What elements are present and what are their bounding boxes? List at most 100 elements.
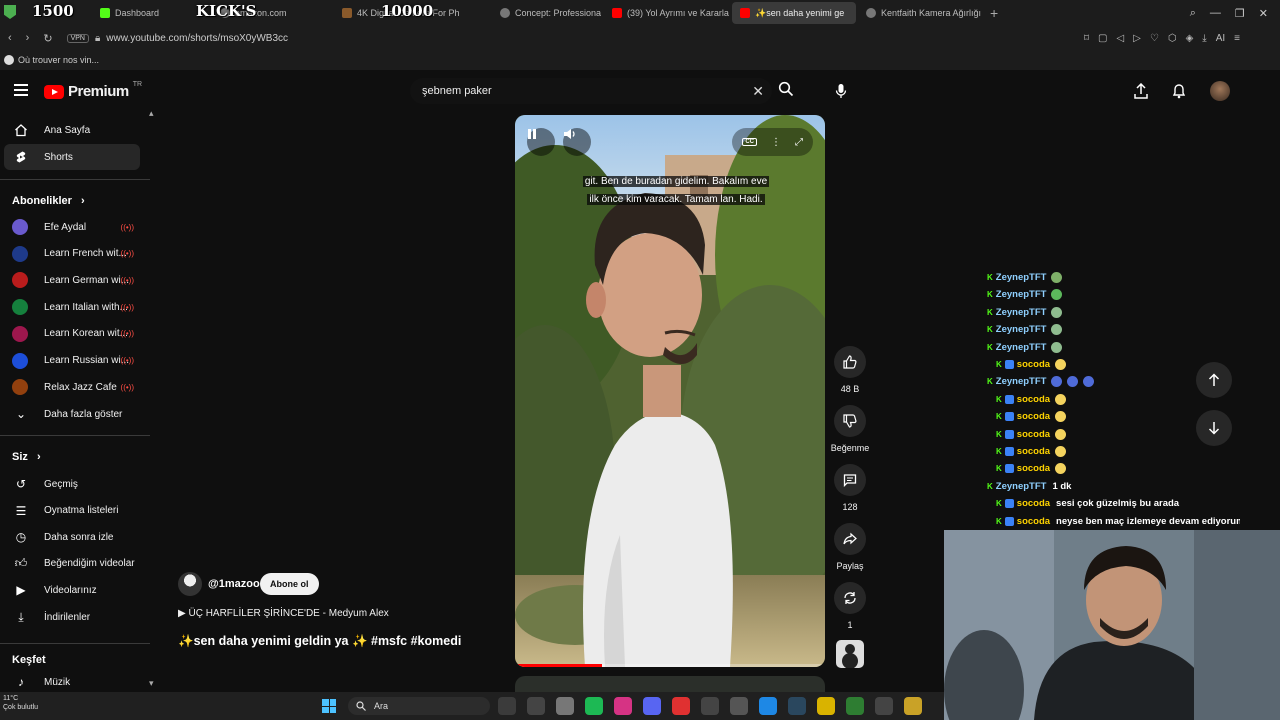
volume-button[interactable] — [563, 128, 591, 156]
progress-bar[interactable] — [515, 664, 825, 667]
comments-button[interactable]: 128 — [830, 464, 870, 512]
vpn-badge[interactable]: VPN — [66, 33, 89, 43]
sidebar-subscription-item[interactable]: Relax Jazz Cafe ((•)) — [4, 374, 140, 400]
close-window-button[interactable]: ✕ — [1259, 7, 1268, 20]
heart-icon[interactable]: ♡ — [1150, 33, 1159, 44]
shorts-player[interactable]: CC ⋮ ⤢ git. Ben de buradan gidelim. Baka… — [515, 115, 825, 667]
sidebar-subscription-item[interactable]: Learn German wi... ((•)) — [4, 267, 140, 293]
browser-tab[interactable]: Kentfaith Kamera Ağırlığı — [858, 2, 982, 24]
subscriptions-heading[interactable]: Abonelikler › — [12, 195, 85, 207]
sidebar-scroll-down-icon[interactable]: ▾ — [149, 678, 154, 689]
kick-badge-icon: K — [987, 307, 993, 317]
sidebar-scroll-up-icon[interactable]: ▴ — [149, 108, 154, 119]
restore-button[interactable]: ❐ — [1235, 7, 1245, 20]
search-input[interactable]: şebnem paker ✕ — [410, 78, 772, 104]
search-icon[interactable] — [778, 81, 794, 97]
taskbar-app-icon[interactable] — [672, 697, 690, 715]
taskbar-app-icon[interactable] — [759, 697, 777, 715]
song-link[interactable]: ▶ ÜÇ HARFLİLER ŞİRİNCE'DE - Medyum Alex — [178, 608, 389, 619]
taskbar-app-icon[interactable] — [817, 697, 835, 715]
bookmark-bar: Où trouver nos vin... — [0, 50, 1280, 70]
taskbar-app-icon[interactable] — [701, 697, 719, 715]
youtube-logo[interactable]: Premium TR — [44, 81, 142, 100]
channel-avatar[interactable] — [178, 572, 202, 596]
share-button[interactable]: Paylaş — [830, 523, 870, 571]
you-heading[interactable]: Siz › — [12, 451, 41, 463]
sidebar-item-you[interactable]: ⤓ İndirilenler — [4, 604, 140, 630]
chat-text: sesi çok güzelmiş bu arada — [1056, 498, 1180, 510]
taskbar-app-icon[interactable] — [904, 697, 922, 715]
sidebar-subscription-item[interactable]: Learn French wit... ((•)) — [4, 241, 140, 267]
emote-icon — [1055, 411, 1067, 423]
dislike-label: Beğenme — [830, 443, 870, 453]
voice-search-button[interactable] — [828, 78, 854, 104]
ai-button[interactable]: AI — [1216, 33, 1225, 44]
more-options-icon[interactable]: ⋮ — [771, 137, 781, 148]
music-icon: ♪ — [18, 675, 24, 689]
sidebar-item-you[interactable]: ◷ Daha sonra izle — [4, 524, 140, 550]
bookmark-icon[interactable]: ⌑ — [1084, 33, 1089, 44]
zoom-icon[interactable]: ⌕ — [1190, 7, 1196, 20]
subscribe-button[interactable]: Abone ol — [260, 573, 319, 595]
taskbar-app-icon[interactable] — [498, 697, 516, 715]
fullscreen-icon[interactable]: ⤢ — [795, 137, 803, 148]
pause-button[interactable] — [527, 128, 555, 156]
like-button[interactable]: 48 B — [830, 346, 870, 394]
sidebar-item-home[interactable]: Ana Sayfa — [4, 117, 140, 143]
sidebar-item-you[interactable]: 👍︎ Beğendiğim videolar — [4, 551, 140, 577]
taskbar-app-icon[interactable] — [643, 697, 661, 715]
clear-search-icon[interactable]: ✕ — [752, 83, 764, 100]
new-tab-button[interactable]: + — [982, 5, 1006, 21]
taskbar-app-icon[interactable] — [556, 697, 574, 715]
taskbar-search[interactable]: Ara — [348, 697, 490, 715]
taskbar-app-icon[interactable] — [614, 697, 632, 715]
sidebar-subscription-item[interactable]: Learn Italian with... ((•)) — [4, 294, 140, 320]
show-more-button[interactable]: ⌄ Daha fazla göster — [4, 401, 140, 427]
sidebar-subscription-item[interactable]: Learn Korean wit... ((•)) — [4, 321, 140, 347]
sidebar-item-you[interactable]: ↺ Geçmiş — [4, 471, 140, 497]
dislike-button[interactable]: Beğenme — [830, 405, 870, 453]
reload-icon[interactable]: ↻ — [43, 32, 52, 45]
taskbar-app-icon[interactable] — [527, 697, 545, 715]
bookmark-item[interactable]: Où trouver nos vin... — [18, 55, 99, 65]
captions-icon[interactable]: CC — [742, 138, 757, 146]
sidebar-item-you[interactable]: ☰ Oynatma listeleri — [4, 498, 140, 524]
url-field[interactable]: www.youtube.com/shorts/msoX0yWB3cc — [106, 33, 288, 44]
sidebar-item-shorts[interactable]: Shorts — [4, 144, 140, 170]
progress-fill — [515, 664, 602, 667]
wallet-icon[interactable]: ◈ — [1186, 33, 1194, 44]
play-icon[interactable]: ▷ — [1133, 33, 1141, 44]
chat-username: ZeynepTFT — [995, 289, 1047, 301]
browser-tab[interactable]: Dashboard — [92, 2, 210, 24]
extension-icon[interactable]: ⬡ — [1168, 33, 1177, 44]
sidebar-item-you[interactable]: ▶ Videolarınız — [4, 577, 140, 603]
send-icon[interactable]: ◁ — [1116, 33, 1124, 44]
hamburger-menu-icon[interactable] — [14, 84, 28, 96]
menu-icon[interactable]: ≡ — [1234, 33, 1240, 44]
sidebar-subscription-item[interactable]: Learn Russian wi... ((•)) — [4, 348, 140, 374]
windows-start-icon[interactable] — [322, 699, 336, 713]
user-avatar[interactable] — [1210, 81, 1230, 101]
sound-thumbnail[interactable] — [836, 640, 864, 668]
next-short-preview[interactable] — [515, 676, 825, 692]
sidebar-subscription-item[interactable]: Efe Aydal ((•)) — [4, 214, 140, 240]
taskbar-app-icon[interactable] — [585, 697, 603, 715]
browser-tab[interactable]: Concept: Professiona — [492, 2, 602, 24]
taskbar-app-icon[interactable] — [875, 697, 893, 715]
taskbar-app-icon[interactable] — [730, 697, 748, 715]
back-icon[interactable]: ‹ — [8, 32, 12, 45]
channel-name[interactable]: @1mazoo — [208, 578, 260, 590]
minimize-button[interactable]: — — [1210, 7, 1221, 19]
taskbar-app-icon[interactable] — [846, 697, 864, 715]
download-icon-browser[interactable]: ⤓ — [1202, 33, 1206, 44]
remix-button[interactable]: 1 — [830, 582, 870, 630]
browser-tab[interactable]: (39) Yol Ayrımı ve Kararla — [604, 2, 730, 24]
taskbar-app-icon[interactable] — [788, 697, 806, 715]
browser-tab[interactable]: ✨sen daha yenimi ge — [732, 2, 856, 24]
emote-icon — [1051, 376, 1063, 388]
screenshot-icon[interactable]: ▢ — [1098, 33, 1107, 44]
forward-icon[interactable]: › — [26, 32, 30, 45]
weather-widget[interactable]: 11°C Çok bulutlu — [3, 694, 38, 712]
upload-icon[interactable] — [1134, 83, 1148, 99]
bell-icon[interactable] — [1172, 83, 1186, 99]
